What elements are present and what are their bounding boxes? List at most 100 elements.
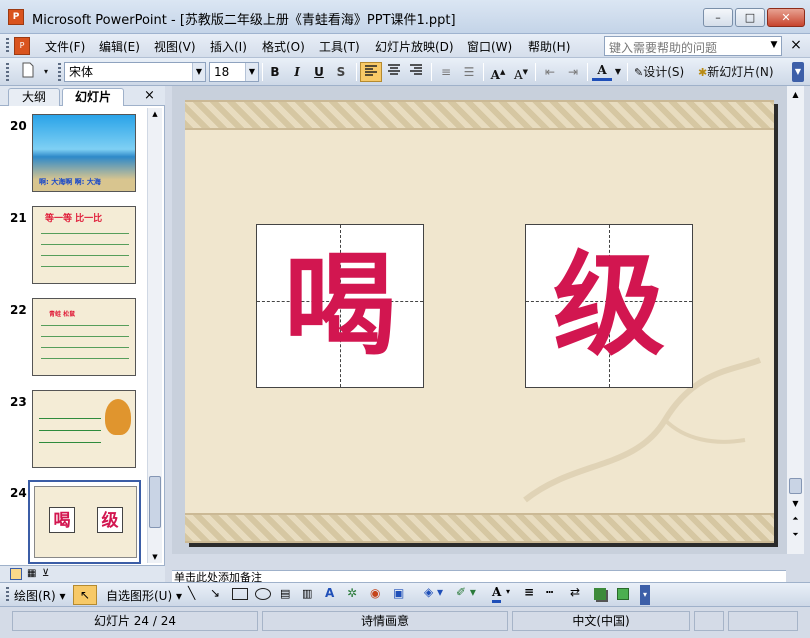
scrollbar-thumb[interactable] — [149, 476, 161, 528]
toolbar-options-icon[interactable]: ▾ — [640, 585, 650, 605]
3d-style-icon[interactable] — [617, 588, 629, 600]
document-close-button[interactable]: × — [786, 36, 806, 56]
italic-button[interactable]: I — [287, 62, 307, 82]
character-box-he[interactable]: 喝 — [256, 224, 424, 388]
menu-file[interactable]: 文件(F) — [45, 38, 85, 55]
notes-pane[interactable]: 单击此处添加备注 — [172, 570, 786, 582]
tab-outline[interactable]: 大纲 — [8, 88, 60, 106]
line-color-icon[interactable]: ✐ ▾ — [456, 585, 476, 599]
menu-edit[interactable]: 编辑(E) — [99, 38, 140, 55]
chevron-down-icon[interactable]: ▼ — [613, 62, 623, 82]
diagram-icon[interactable]: ✲ — [347, 586, 357, 600]
previous-slide-icon[interactable]: ⏶ — [788, 512, 803, 526]
maximize-button[interactable]: □ — [735, 8, 765, 27]
shadow-button[interactable]: S — [331, 62, 351, 82]
menu-format[interactable]: 格式(O) — [262, 38, 305, 55]
scroll-down-icon[interactable]: ▼ — [788, 498, 803, 510]
slides-panel-scrollbar[interactable]: ▲ ▼ — [147, 108, 162, 563]
slide-thumbnail-22[interactable]: 青蛙 松鼠 — [32, 298, 136, 376]
document-icon[interactable]: P — [14, 37, 30, 55]
main-scrollbar[interactable]: ▲ ▼ ⏶ ⏷ — [786, 86, 804, 554]
font-color-button[interactable]: A — [592, 62, 612, 81]
slide-sorter-icon[interactable]: ▦ — [27, 568, 36, 579]
toolbar-grip[interactable] — [6, 587, 9, 603]
underline-button[interactable]: U — [309, 62, 329, 82]
shadow-style-icon[interactable] — [594, 588, 606, 600]
line-icon[interactable]: ╲ — [188, 586, 195, 600]
menu-help[interactable]: 帮助(H) — [528, 38, 570, 55]
menu-slideshow[interactable]: 幻灯片放映(D) — [375, 38, 454, 55]
increase-indent-icon[interactable]: ⇥ — [563, 62, 583, 82]
font-size-value: 18 — [214, 65, 230, 79]
arrow-icon[interactable]: ↘ — [210, 586, 220, 600]
thumb-caption: 等一等 比一比 — [45, 214, 103, 224]
slide-thumbnail-24: 喝 级 — [34, 486, 137, 558]
toolbar-options-icon[interactable]: ▼ — [792, 62, 804, 82]
font-grow-icon[interactable]: A▲ — [488, 62, 508, 82]
new-slide-button[interactable]: ✱新幻灯片(N) — [698, 62, 788, 82]
character-box-ji[interactable]: 级 — [525, 224, 693, 388]
chevron-down-icon[interactable]: ▼ — [245, 63, 258, 81]
toolbar-grip[interactable] — [6, 63, 9, 81]
chevron-down-icon[interactable]: ▾ — [506, 587, 510, 596]
chevron-down-icon[interactable]: ▼ — [192, 63, 205, 81]
bold-button[interactable]: B — [265, 62, 285, 82]
current-slide[interactable]: 喝 级 — [185, 100, 774, 543]
select-pointer-icon[interactable]: ↖ — [73, 585, 97, 605]
font-color-icon[interactable]: A — [492, 585, 502, 603]
dash-style-icon[interactable]: ┅ — [546, 585, 553, 599]
slide-thumbnail-20[interactable]: 啊: 大海啊 啊: 大海 — [32, 114, 136, 192]
menu-view[interactable]: 视图(V) — [154, 38, 196, 55]
slide-thumbnail-21[interactable]: 等一等 比一比 — [32, 206, 136, 284]
picture-icon[interactable]: ▣ — [393, 586, 404, 600]
toolbar-grip[interactable] — [58, 63, 61, 81]
menu-window[interactable]: 窗口(W) — [467, 38, 512, 55]
slide-thumbnail-24-selected[interactable]: 喝 级 — [28, 480, 141, 564]
numbering-icon[interactable]: ≡ — [436, 62, 456, 82]
oval-icon[interactable] — [255, 588, 271, 600]
scroll-down-icon[interactable]: ▼ — [149, 551, 161, 563]
new-document-icon[interactable] — [18, 62, 38, 82]
wordart-icon[interactable]: A — [325, 586, 334, 600]
help-search-input[interactable]: 键入需要帮助的问题 — [604, 36, 782, 56]
close-button[interactable]: ✕ — [767, 8, 805, 27]
arrow-style-icon[interactable]: ⇄ — [570, 585, 580, 599]
toolbar-overflow-icon[interactable]: ▾ — [40, 62, 52, 82]
chevron-down-icon[interactable]: ▼ — [768, 37, 780, 53]
minimize-button[interactable]: – — [703, 8, 733, 27]
next-slide-icon[interactable]: ⏷ — [788, 528, 803, 542]
draw-menu-button[interactable]: 绘图(R) ▾ — [14, 587, 66, 604]
scroll-up-icon[interactable]: ▲ — [149, 108, 161, 120]
bullets-icon[interactable]: ☰ — [459, 62, 479, 82]
tab-slides[interactable]: 幻灯片 — [62, 88, 124, 106]
scrollbar-thumb[interactable] — [789, 478, 802, 494]
textbox-icon[interactable]: ▤ — [280, 587, 290, 600]
thumb-text-lines — [39, 411, 101, 443]
autoshapes-menu-button[interactable]: 自选图形(U) ▾ — [106, 587, 182, 604]
align-left-icon[interactable] — [360, 62, 382, 82]
decrease-indent-icon[interactable]: ⇤ — [540, 62, 560, 82]
slideshow-icon[interactable]: ⊻ — [42, 568, 49, 579]
top-decorative-border — [185, 100, 774, 130]
clipart-icon[interactable]: ◉ — [370, 586, 380, 600]
fill-color-icon[interactable]: ◈ ▾ — [424, 585, 443, 599]
font-name-combo[interactable]: 宋体 ▼ — [64, 62, 206, 82]
menu-tools[interactable]: 工具(T) — [319, 38, 360, 55]
line-style-icon[interactable]: ≡ — [524, 585, 534, 599]
slide-number: 21 — [10, 211, 27, 225]
design-button[interactable]: ✎设计(S) — [634, 62, 694, 82]
align-center-icon[interactable] — [384, 62, 404, 82]
font-shrink-icon[interactable]: A▼ — [511, 62, 531, 82]
close-icon[interactable]: × — [144, 88, 155, 103]
slide-number: 24 — [10, 486, 27, 500]
menubar-grip[interactable] — [6, 38, 9, 54]
slide-thumbnail-23[interactable] — [32, 390, 136, 468]
vertical-textbox-icon[interactable]: ▥ — [302, 587, 312, 600]
powerpoint-app-icon[interactable]: P — [8, 9, 24, 25]
align-right-icon[interactable] — [406, 62, 426, 82]
font-size-combo[interactable]: 18 ▼ — [209, 62, 259, 82]
normal-view-icon[interactable] — [10, 568, 22, 580]
menu-insert[interactable]: 插入(I) — [210, 38, 247, 55]
rectangle-icon[interactable] — [232, 588, 248, 600]
scroll-up-icon[interactable]: ▲ — [788, 87, 803, 102]
